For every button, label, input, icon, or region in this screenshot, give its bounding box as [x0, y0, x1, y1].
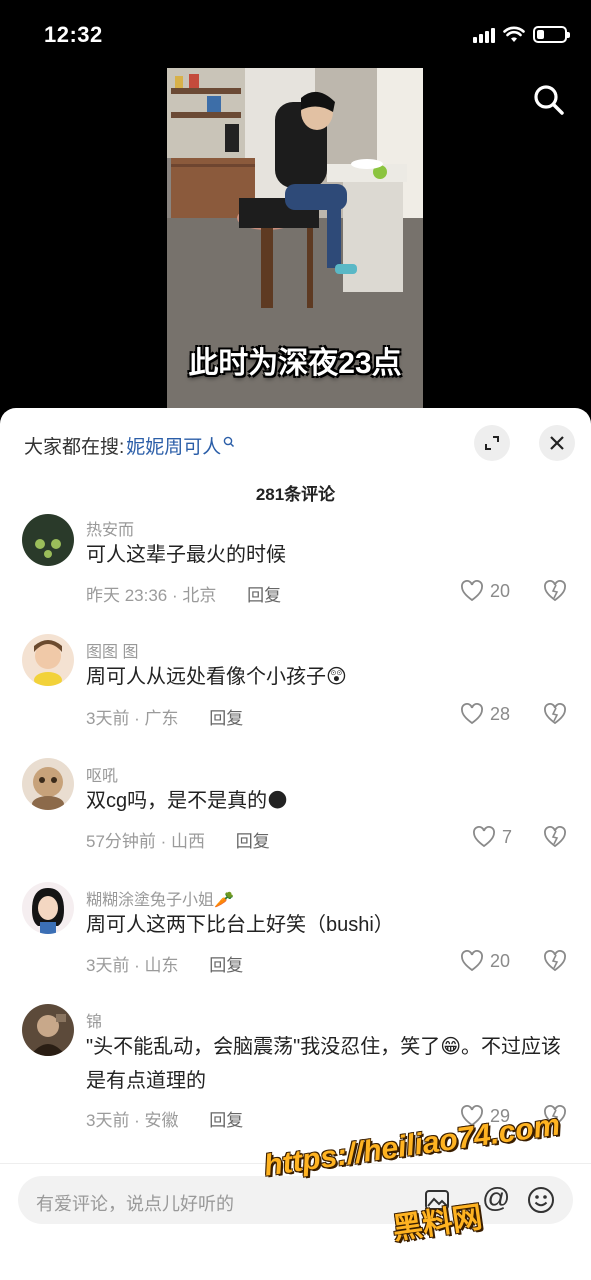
heart-icon	[461, 703, 483, 725]
comment-input-bar: 有爱评论，说点儿好听的 @	[0, 1163, 591, 1280]
cellular-signal-icon	[473, 27, 495, 43]
like-button[interactable]: 28	[460, 703, 510, 725]
comment-text: 双cg吗，是不是真的🌑	[86, 790, 288, 812]
comment-username[interactable]: 锦	[86, 1008, 102, 1032]
dislike-icon[interactable]	[543, 950, 567, 972]
comment-time-location: 昨天 23:36 · 北京	[86, 586, 217, 605]
reply-button[interactable]: 回复	[209, 1111, 243, 1130]
comment-meta: 3天前 · 安徽 回复	[86, 1106, 243, 1131]
comment-username[interactable]: 呕吼	[86, 762, 118, 786]
comment-username[interactable]: 糊糊涂塗兔子小姐🥕	[86, 886, 234, 910]
comment-username[interactable]: 图图 图	[86, 638, 138, 662]
comment-count: 281条评论	[255, 485, 336, 504]
close-icon	[550, 436, 564, 450]
reply-button[interactable]: 回复	[236, 832, 270, 851]
comment-username[interactable]: 热安而	[86, 516, 134, 540]
comment-text: 周可人这两下比台上好笑（bushi）	[86, 914, 394, 936]
like-count: 20	[490, 580, 511, 601]
comment-meta: 昨天 23:36 · 北京 回复	[86, 581, 281, 606]
comment-time-location: 3天前 · 安徽	[86, 1111, 179, 1130]
comment-text: "头不能乱动，会脑震荡"我没忍住，笑了😁。不过应该是有点道理的	[86, 1036, 562, 1092]
trending-search-label: 大家都在搜:	[24, 437, 125, 458]
like-count: 7	[502, 826, 513, 847]
like-count: 28	[490, 703, 511, 724]
status-bar: 12:32	[0, 0, 591, 70]
avatar[interactable]	[22, 758, 74, 810]
heart-icon	[461, 950, 483, 972]
like-button[interactable]: 20	[460, 950, 510, 972]
comment-text: 可人这辈子最火的时候	[86, 544, 286, 566]
comment-time-location: 3天前 · 山东	[86, 956, 179, 975]
dislike-icon[interactable]	[543, 580, 567, 602]
status-time: 12:32	[44, 22, 103, 47]
comment-text: 周可人从远处看像个小孩子😲	[86, 666, 347, 688]
avatar[interactable]	[22, 882, 74, 934]
status-icons	[473, 26, 570, 43]
search-icon[interactable]	[529, 80, 569, 120]
comment-input[interactable]: 有爱评论，说点儿好听的 @	[18, 1176, 573, 1224]
video-player[interactable]: 此时为深夜23点	[167, 68, 423, 410]
avatar[interactable]	[22, 634, 74, 686]
close-button[interactable]	[539, 425, 575, 461]
reply-button[interactable]: 回复	[247, 586, 281, 605]
comment-meta: 3天前 · 山东 回复	[86, 951, 243, 976]
like-count: 20	[490, 950, 511, 971]
comment-sheet-header: 大家都在搜: 妮妮周可人 281条评论	[0, 408, 591, 518]
video-caption: 此时为深夜23点	[188, 347, 402, 380]
avatar[interactable]	[22, 514, 74, 566]
search-icon	[223, 436, 235, 447]
avatar[interactable]	[22, 1004, 74, 1056]
wifi-icon	[503, 26, 525, 42]
dislike-icon[interactable]	[543, 826, 567, 848]
comment-time-location: 57分钟前 · 山西	[86, 832, 206, 851]
comment-meta: 57分钟前 · 山西 回复	[86, 827, 270, 852]
reply-button[interactable]: 回复	[209, 956, 243, 975]
expand-button[interactable]	[474, 425, 510, 461]
expand-icon	[485, 436, 499, 450]
trending-search[interactable]: 大家都在搜: 妮妮周可人	[24, 432, 235, 459]
mention-icon[interactable]: @	[482, 1182, 510, 1214]
dislike-icon[interactable]	[543, 703, 567, 725]
like-button[interactable]: 7	[472, 826, 512, 848]
like-button[interactable]: 20	[460, 580, 510, 602]
comment-meta: 3天前 · 广东 回复	[86, 704, 243, 729]
reply-button[interactable]: 回复	[209, 709, 243, 728]
battery-icon	[533, 26, 570, 43]
emoji-icon[interactable]	[526, 1185, 556, 1215]
heart-icon	[473, 826, 495, 848]
comment-input-placeholder: 有爱评论，说点儿好听的	[36, 1194, 234, 1214]
trending-search-query[interactable]: 妮妮周可人	[126, 432, 221, 459]
comment-list[interactable]: 热安而 可人这辈子最火的时候 昨天 23:36 · 北京 回复 20 图图 图 …	[0, 508, 591, 1168]
comment-time-location: 3天前 · 广东	[86, 709, 179, 728]
battery-level	[537, 30, 544, 39]
heart-icon	[461, 580, 483, 602]
